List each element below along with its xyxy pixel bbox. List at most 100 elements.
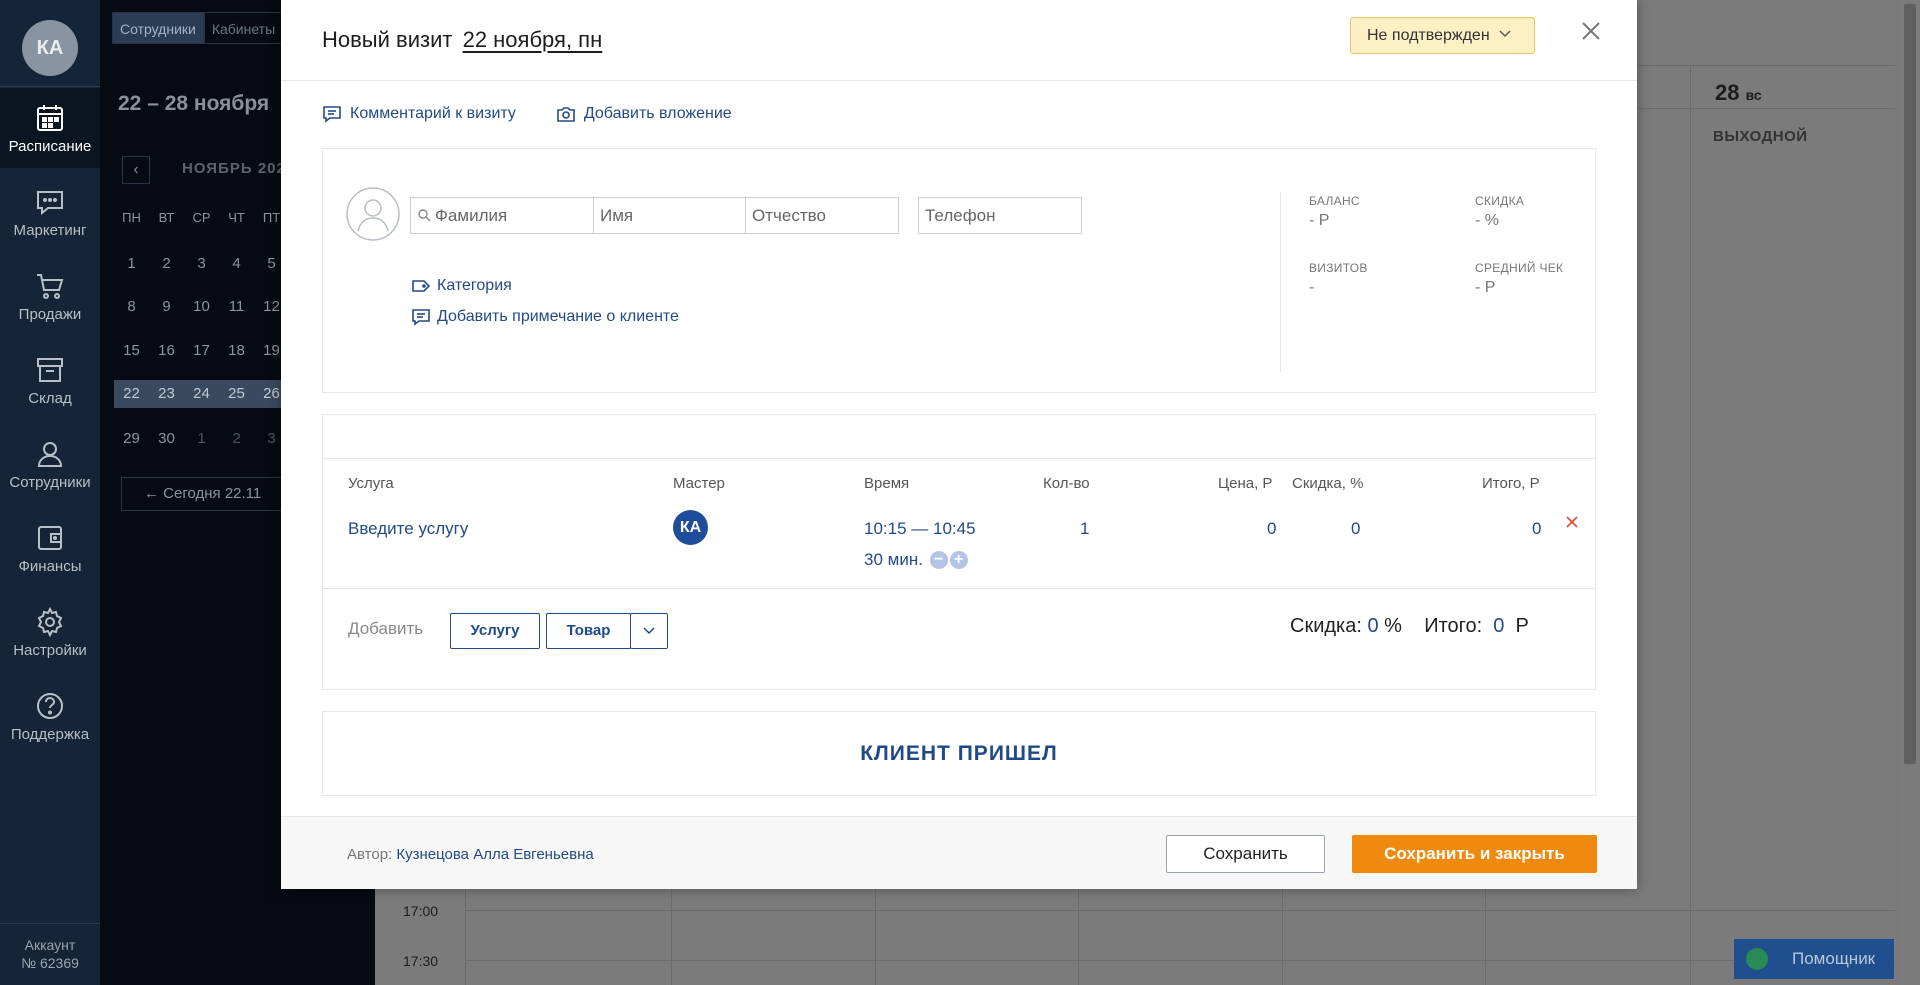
grid-line — [465, 960, 1895, 961]
nav-item-finance[interactable]: Финансы — [0, 508, 100, 588]
calendar-day[interactable]: 18 — [219, 342, 254, 359]
calendar-day[interactable]: 23 — [149, 380, 184, 408]
prev-month-button[interactable]: ‹ — [122, 156, 150, 184]
discount-value[interactable]: 0 — [1351, 519, 1360, 539]
main-nav: КА Расписание Маркетинг Продажи Склад Со… — [0, 0, 100, 985]
page-scrollbar[interactable] — [1900, 0, 1920, 985]
summary-total-label: Итого: — [1424, 615, 1483, 637]
gear-icon — [37, 606, 63, 638]
calendar-day[interactable]: 8 — [114, 298, 149, 315]
tab-rooms[interactable]: Кабинеты — [203, 12, 284, 44]
grid-line — [1690, 65, 1691, 985]
nav-item-sales[interactable]: Продажи — [0, 256, 100, 336]
helper-button[interactable]: Помощник — [1734, 939, 1894, 979]
calendar-day[interactable]: 2 — [219, 430, 254, 447]
calendar-day[interactable]: 24 — [184, 380, 219, 408]
status-value: Не подтвержден — [1367, 27, 1490, 44]
nav-item-marketing[interactable]: Маркетинг — [0, 172, 100, 252]
service-input[interactable]: Введите услугу — [348, 519, 468, 539]
grid-line — [465, 910, 1895, 911]
calendar-day[interactable]: 9 — [149, 298, 184, 315]
calendar-day[interactable]: 11 — [219, 298, 254, 315]
nav-item-label: Маркетинг — [13, 222, 87, 239]
calendar-day[interactable]: 30 — [149, 430, 184, 447]
name-input[interactable]: Имя — [593, 197, 746, 234]
total-value: 0 — [1532, 519, 1542, 538]
calendar-day[interactable]: 1 — [114, 255, 149, 272]
qty-value[interactable]: 1 — [1080, 519, 1089, 539]
add-more-dropdown[interactable] — [630, 613, 668, 649]
visits-value: - — [1309, 279, 1315, 296]
visits-stat: ВИЗИТОВ - — [1309, 261, 1368, 297]
patronymic-input[interactable]: Отчество — [745, 197, 899, 234]
nav-item-schedule[interactable]: Расписание — [0, 88, 100, 168]
price-value[interactable]: 0 — [1267, 519, 1276, 539]
summary-discount-value: 0 — [1367, 615, 1379, 637]
divider — [323, 588, 1595, 589]
user-icon — [37, 442, 63, 467]
calendar-week-selected: 22 23 24 25 26 — [114, 380, 289, 408]
minus-icon[interactable]: − — [929, 551, 948, 569]
modal-title-text: Новый визит — [322, 27, 453, 52]
master-avatar[interactable]: КА — [673, 510, 708, 545]
calendar-day[interactable]: 1 — [184, 430, 219, 447]
phone-input[interactable]: Телефон — [918, 197, 1082, 234]
calendar-week: 1 2 3 4 5 — [114, 255, 289, 272]
add-service-button[interactable]: Услугу — [450, 613, 540, 649]
chat-icon — [1746, 948, 1768, 970]
client-section: Фамилия Имя Отчество Телефон Категория Д… — [322, 148, 1596, 393]
visit-date-link[interactable]: 22 ноября, пн — [463, 27, 603, 52]
calendar-day[interactable]: 25 — [219, 380, 254, 408]
calendar-week: 29 30 1 2 3 — [114, 430, 289, 447]
avg-check-label: СРЕДНИЙ ЧЕК — [1475, 261, 1564, 275]
nav-item-settings[interactable]: Настройки — [0, 592, 100, 672]
plus-icon[interactable]: + — [949, 551, 968, 569]
col-header-time: Время — [864, 475, 910, 492]
nav-item-staff[interactable]: Сотрудники — [0, 424, 100, 504]
camera-icon — [557, 107, 575, 122]
col-header-qty: Кол-во — [1043, 475, 1090, 492]
divider — [1280, 192, 1281, 372]
day-name: вс — [1745, 87, 1762, 103]
calendar-day[interactable]: 16 — [149, 342, 184, 359]
client-arrived-button[interactable]: КЛИЕНТ ПРИШЕЛ — [322, 711, 1596, 796]
user-avatar[interactable]: КА — [22, 20, 78, 76]
scrollbar-thumb[interactable] — [1904, 4, 1916, 764]
close-icon[interactable] — [1578, 18, 1604, 44]
author-name[interactable]: Кузнецова Алла Евгеньевна — [396, 846, 593, 863]
helper-label: Помощник — [1792, 949, 1876, 968]
add-product-button[interactable]: Товар — [546, 613, 631, 649]
calendar-day[interactable]: 4 — [219, 255, 254, 272]
surname-input[interactable]: Фамилия — [410, 197, 594, 234]
calendar-week: 15 16 17 18 19 — [114, 342, 289, 359]
status-dropdown[interactable]: Не подтвержден — [1350, 17, 1535, 54]
nav-item-support[interactable]: Поддержка — [0, 676, 100, 756]
col-header-service: Услуга — [348, 475, 394, 492]
services-section: Услуга Мастер Время Кол-во Цена, Р Скидк… — [322, 414, 1596, 690]
nav-item-warehouse[interactable]: Склад — [0, 340, 100, 420]
attachment-link[interactable]: Добавить вложение — [556, 104, 732, 124]
calendar-day[interactable]: 17 — [184, 342, 219, 359]
calendar-day[interactable]: 15 — [114, 342, 149, 359]
calendar-day[interactable]: 10 — [184, 298, 219, 315]
category-link[interactable]: Категория — [411, 276, 512, 296]
service-time[interactable]: 10:15 — 10:45 — [864, 519, 976, 539]
tab-staff[interactable]: Сотрудники — [112, 12, 204, 44]
account-info: Аккаунт № 62369 — [0, 923, 100, 985]
calendar-day[interactable]: 29 — [114, 430, 149, 447]
nav-item-label: Расписание — [8, 138, 92, 155]
remove-icon[interactable] — [1565, 515, 1579, 529]
calendar-day[interactable]: 22 — [114, 380, 149, 408]
calendar-day[interactable]: 3 — [184, 255, 219, 272]
save-button[interactable]: Сохранить — [1166, 835, 1325, 873]
comment-link[interactable]: Комментарий к визиту — [322, 104, 516, 124]
balance-stat: БАЛАНС - Р — [1309, 194, 1360, 230]
duration-value: 30 мин. — [864, 550, 923, 569]
calendar-day[interactable]: 2 — [149, 255, 184, 272]
save-and-close-button[interactable]: Сохранить и закрыть — [1352, 835, 1597, 873]
account-label: Аккаунт — [24, 937, 76, 953]
chevron-down-icon — [643, 627, 655, 635]
calendar-icon — [37, 105, 63, 131]
client-note-link[interactable]: Добавить примечание о клиенте — [411, 307, 679, 327]
search-icon — [418, 209, 431, 222]
